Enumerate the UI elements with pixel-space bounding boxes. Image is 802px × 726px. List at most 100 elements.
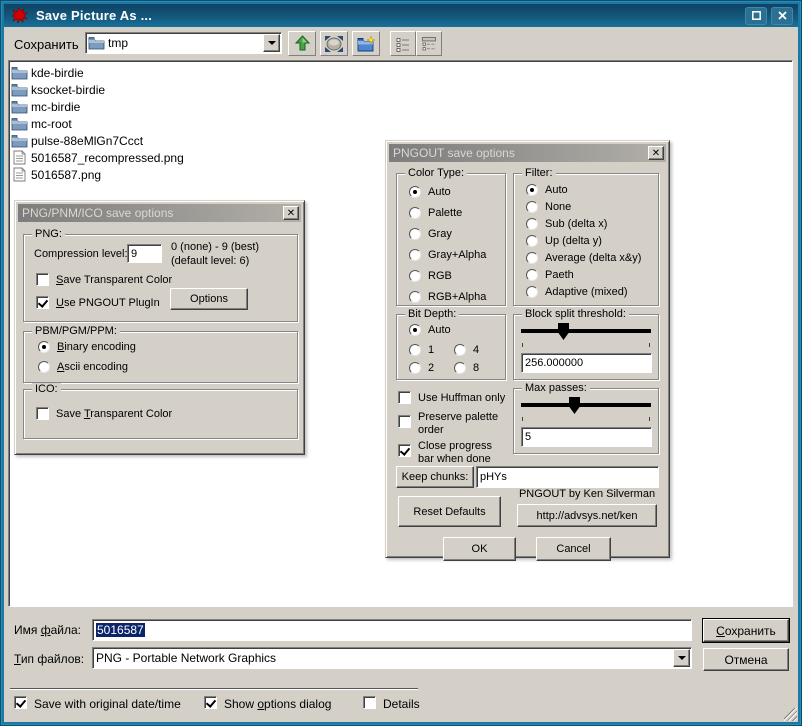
png-group: PNG: Compression level: 9 0 (none) - 9 (…: [23, 234, 298, 322]
save-original-datetime-label: Save with original date/time: [34, 697, 181, 711]
bitdepth-8-radio[interactable]: [454, 362, 466, 374]
png-dialog-close-button[interactable]: ✕: [283, 206, 299, 220]
save-picture-as-window: Save Picture As ... Сохранить tmp: [0, 0, 802, 726]
pngout-dialog-titlebar[interactable]: PNGOUT save options ✕: [389, 144, 666, 162]
ascii-encoding-radio[interactable]: [38, 361, 50, 373]
pbm-group: PBM/PGM/PPM: Binary encoding Ascii encod…: [23, 331, 298, 383]
compression-level-label: Compression level:: [34, 248, 128, 260]
block-split-group: Block split threshold: 256.000000: [513, 314, 659, 380]
bitdepth-auto-radio[interactable]: [409, 324, 421, 336]
maximize-button[interactable]: [745, 7, 767, 25]
pngout-dialog-close-button[interactable]: ✕: [648, 146, 664, 160]
bitdepth-1-radio[interactable]: [409, 344, 421, 356]
color-gray-alpha-radio[interactable]: [409, 249, 421, 261]
bit-depth-group: Bit Depth: Auto 1 4 2 8: [396, 314, 506, 380]
filename-input[interactable]: 5016587: [92, 619, 692, 641]
preserve-palette-label: Preserve palette order: [418, 411, 508, 437]
color-auto-radio[interactable]: [409, 186, 421, 198]
max-passes-group: Max passes: 5: [513, 388, 659, 454]
color-rgb-alpha-radio[interactable]: [409, 291, 421, 303]
keep-chunks-input[interactable]: pHYs: [476, 466, 659, 488]
use-huffman-checkbox[interactable]: [398, 391, 411, 404]
pngout-ok-button[interactable]: OK: [443, 537, 516, 561]
details-label: Details: [383, 697, 420, 711]
list-view-button[interactable]: [390, 31, 416, 56]
new-folder-button[interactable]: [352, 31, 380, 56]
save-button[interactable]: Сохранить: [703, 619, 789, 642]
color-type-legend: Color Type:: [405, 167, 467, 179]
color-rgb-radio[interactable]: [409, 270, 421, 282]
keep-chunks-button[interactable]: Keep chunks:: [396, 466, 474, 488]
filetype-dropdown-arrow[interactable]: [673, 649, 690, 667]
filter-none-radio[interactable]: [526, 201, 538, 213]
details-view-icon: [421, 36, 437, 52]
folder-icon: [11, 100, 28, 114]
close-progress-label: Close progress bar when done: [418, 440, 510, 466]
file-list-item[interactable]: ksocket-birdie: [11, 81, 790, 98]
filter-sub-radio[interactable]: [526, 218, 538, 230]
resize-grip[interactable]: [784, 708, 797, 721]
use-huffman-label: Use Huffman only: [418, 392, 505, 404]
ico-save-transparent-checkbox[interactable]: [36, 407, 49, 420]
filter-up-radio[interactable]: [526, 235, 538, 247]
binary-encoding-radio[interactable]: [38, 341, 50, 353]
preserve-palette-checkbox[interactable]: [398, 415, 411, 428]
up-one-level-icon: [294, 35, 311, 52]
filter-paeth-radio[interactable]: [526, 269, 538, 281]
filter-average-radio[interactable]: [526, 252, 538, 264]
ico-group-legend: ICO:: [32, 383, 61, 395]
max-passes-slider[interactable]: [521, 397, 651, 421]
binary-encoding-label: Binary encoding: [57, 341, 136, 353]
window-title: Save Picture As ...: [36, 8, 152, 23]
close-progress-checkbox[interactable]: [398, 444, 411, 457]
block-split-slider-thumb[interactable]: [558, 323, 569, 340]
window-titlebar[interactable]: Save Picture As ...: [4, 4, 798, 27]
png-dialog-title: PNG/PNM/ICO save options: [22, 206, 173, 220]
file-list-item[interactable]: mc-birdie: [11, 98, 790, 115]
max-passes-input[interactable]: 5: [521, 427, 652, 447]
filter-auto-radio[interactable]: [526, 184, 538, 196]
details-view-button[interactable]: [416, 31, 442, 56]
maximize-icon: [752, 11, 761, 20]
pngout-link-button[interactable]: http://advsys.net/ken: [517, 504, 657, 527]
color-gray-radio[interactable]: [409, 228, 421, 240]
show-options-dialog-checkbox[interactable]: [204, 696, 217, 709]
folder-dropdown-arrow[interactable]: [263, 34, 280, 52]
save-transparent-checkbox[interactable]: [36, 273, 49, 286]
color-palette-radio[interactable]: [409, 207, 421, 219]
cancel-button[interactable]: Отмена: [703, 648, 789, 671]
pngout-cancel-button[interactable]: Cancel: [536, 537, 611, 561]
filetype-combobox[interactable]: PNG - Portable Network Graphics: [92, 647, 692, 669]
folder-icon: [11, 66, 28, 80]
png-group-legend: PNG:: [32, 228, 65, 240]
max-passes-slider-thumb[interactable]: [569, 397, 580, 414]
bitdepth-4-radio[interactable]: [454, 344, 466, 356]
folder-icon: [11, 134, 28, 148]
bit-depth-legend: Bit Depth:: [405, 308, 459, 320]
up-one-level-button[interactable]: [288, 31, 316, 56]
folder-icon: [11, 117, 28, 131]
pngout-options-button[interactable]: Options: [170, 288, 248, 310]
use-pngout-checkbox[interactable]: [36, 296, 49, 309]
block-split-input[interactable]: 256.000000: [521, 353, 652, 373]
folder-combobox[interactable]: tmp: [85, 32, 282, 54]
file-list-item[interactable]: kde-birdie: [11, 64, 790, 81]
current-folder: tmp: [108, 36, 128, 50]
bitdepth-2-radio[interactable]: [409, 362, 421, 374]
save-transparent-label: Save Transparent Color: [56, 274, 172, 286]
save-original-datetime-checkbox[interactable]: [14, 696, 27, 709]
pngout-options-dialog: PNGOUT save options ✕ Color Type: Auto P…: [385, 140, 670, 558]
png-dialog-titlebar[interactable]: PNG/PNM/ICO save options ✕: [18, 204, 301, 222]
file-list-item[interactable]: mc-root: [11, 115, 790, 132]
ico-save-transparent-label: Save Transparent Color: [56, 408, 172, 420]
filter-adaptive-radio[interactable]: [526, 286, 538, 298]
reset-defaults-button[interactable]: Reset Defaults: [398, 496, 501, 527]
desktop-button[interactable]: [320, 31, 348, 56]
compression-level-input[interactable]: 9: [127, 244, 162, 263]
folder-icon: [11, 83, 28, 97]
block-split-slider[interactable]: [521, 323, 651, 347]
details-checkbox[interactable]: [363, 696, 376, 709]
close-button[interactable]: [771, 7, 793, 25]
filename-label: Имя файла:: [14, 623, 81, 637]
max-passes-legend: Max passes:: [522, 382, 590, 394]
